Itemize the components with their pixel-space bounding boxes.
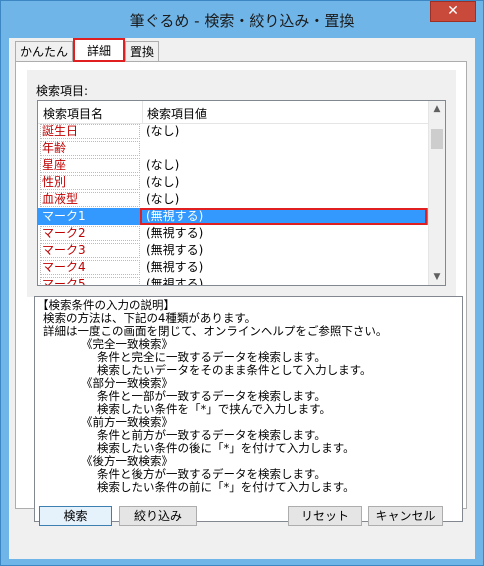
help-line: 検索したい条件の前に「*」を付けて入力します。 [97,480,355,494]
list-item[interactable]: マーク2 (無視する) [38,225,431,242]
list-scrollbar[interactable]: ▲ ▼ [428,101,445,285]
filter-button[interactable]: 絞り込み [119,506,197,526]
list-item[interactable]: 星座 (なし) [38,157,431,174]
column-separator[interactable] [142,101,143,123]
list-header: 検索項目名 検索項目値 [38,101,445,124]
item-value[interactable]: (なし) [146,157,179,174]
title-bar[interactable]: 筆ぐるめ - 検索・絞り込み・置換 ✕ [1,1,483,37]
window-title: 筆ぐるめ - 検索・絞り込み・置換 [129,12,355,30]
scroll-thumb[interactable] [431,129,443,149]
item-value[interactable]: (なし) [146,191,179,208]
close-button[interactable]: ✕ [430,1,476,22]
item-name: マーク4 [42,260,86,274]
item-value[interactable]: (無視する) [146,242,203,259]
cancel-button[interactable]: キャンセル [368,506,443,526]
item-name: マーク2 [42,226,86,240]
item-name: マーク5 [42,277,86,286]
item-value[interactable]: (無視する) [146,276,203,285]
search-items-list[interactable]: 検索項目名 検索項目値 誕生日 (なし) 年齢 星座 (なし) 性別 (なし) … [37,100,446,286]
item-name: 血液型 [42,192,79,206]
tab-simple[interactable]: かんたん [15,41,73,61]
item-value[interactable]: (なし) [146,174,179,191]
search-button[interactable]: 検索 [39,506,112,526]
item-value[interactable]: (無視する) [146,259,203,276]
item-name: 星座 [42,158,67,172]
list-item[interactable]: 年齢 [38,140,431,157]
list-item[interactable]: マーク5 (無視する) [38,276,431,286]
column-header-item-name[interactable]: 検索項目名 [43,105,103,122]
dialog-window: 筆ぐるめ - 検索・絞り込み・置換 ✕ かんたん 詳細 置換 検索項目: 検索項… [0,0,484,566]
reset-button[interactable]: リセット [288,506,362,526]
list-item-selected[interactable]: マーク1 (無視する) [38,208,431,225]
scroll-up-icon[interactable]: ▲ [429,101,445,117]
selected-value-highlight [140,208,427,225]
list-rows: 誕生日 (なし) 年齢 星座 (なし) 性別 (なし) 血液型 (なし) マーク… [38,123,431,286]
search-help-text: 【検索条件の入力の説明】 検索の方法は、下記の4種類があります。 詳細は一度この… [34,296,463,522]
dialog-client-area: かんたん 詳細 置換 検索項目: 検索項目名 検索項目値 誕生日 (なし) 年齢… [9,38,475,559]
list-item[interactable]: マーク4 (無視する) [38,259,431,276]
column-header-item-value[interactable]: 検索項目値 [147,105,207,122]
list-item[interactable]: マーク3 (無視する) [38,242,431,259]
item-name: 年齢 [42,141,67,155]
list-item[interactable]: 誕生日 (なし) [38,123,431,140]
item-value[interactable]: (なし) [146,123,179,140]
search-items-label: 検索項目: [36,84,89,98]
item-name: 性別 [42,175,67,189]
scroll-down-icon[interactable]: ▼ [429,269,445,285]
tab-replace[interactable]: 置換 [125,41,159,61]
list-item[interactable]: 性別 (なし) [38,174,431,191]
item-name: マーク3 [42,243,86,257]
tab-detail[interactable]: 詳細 [73,38,125,62]
list-item[interactable]: 血液型 (なし) [38,191,431,208]
item-name: 誕生日 [42,124,79,138]
item-value[interactable]: (無視する) [146,225,203,242]
item-name: マーク1 [42,209,86,223]
